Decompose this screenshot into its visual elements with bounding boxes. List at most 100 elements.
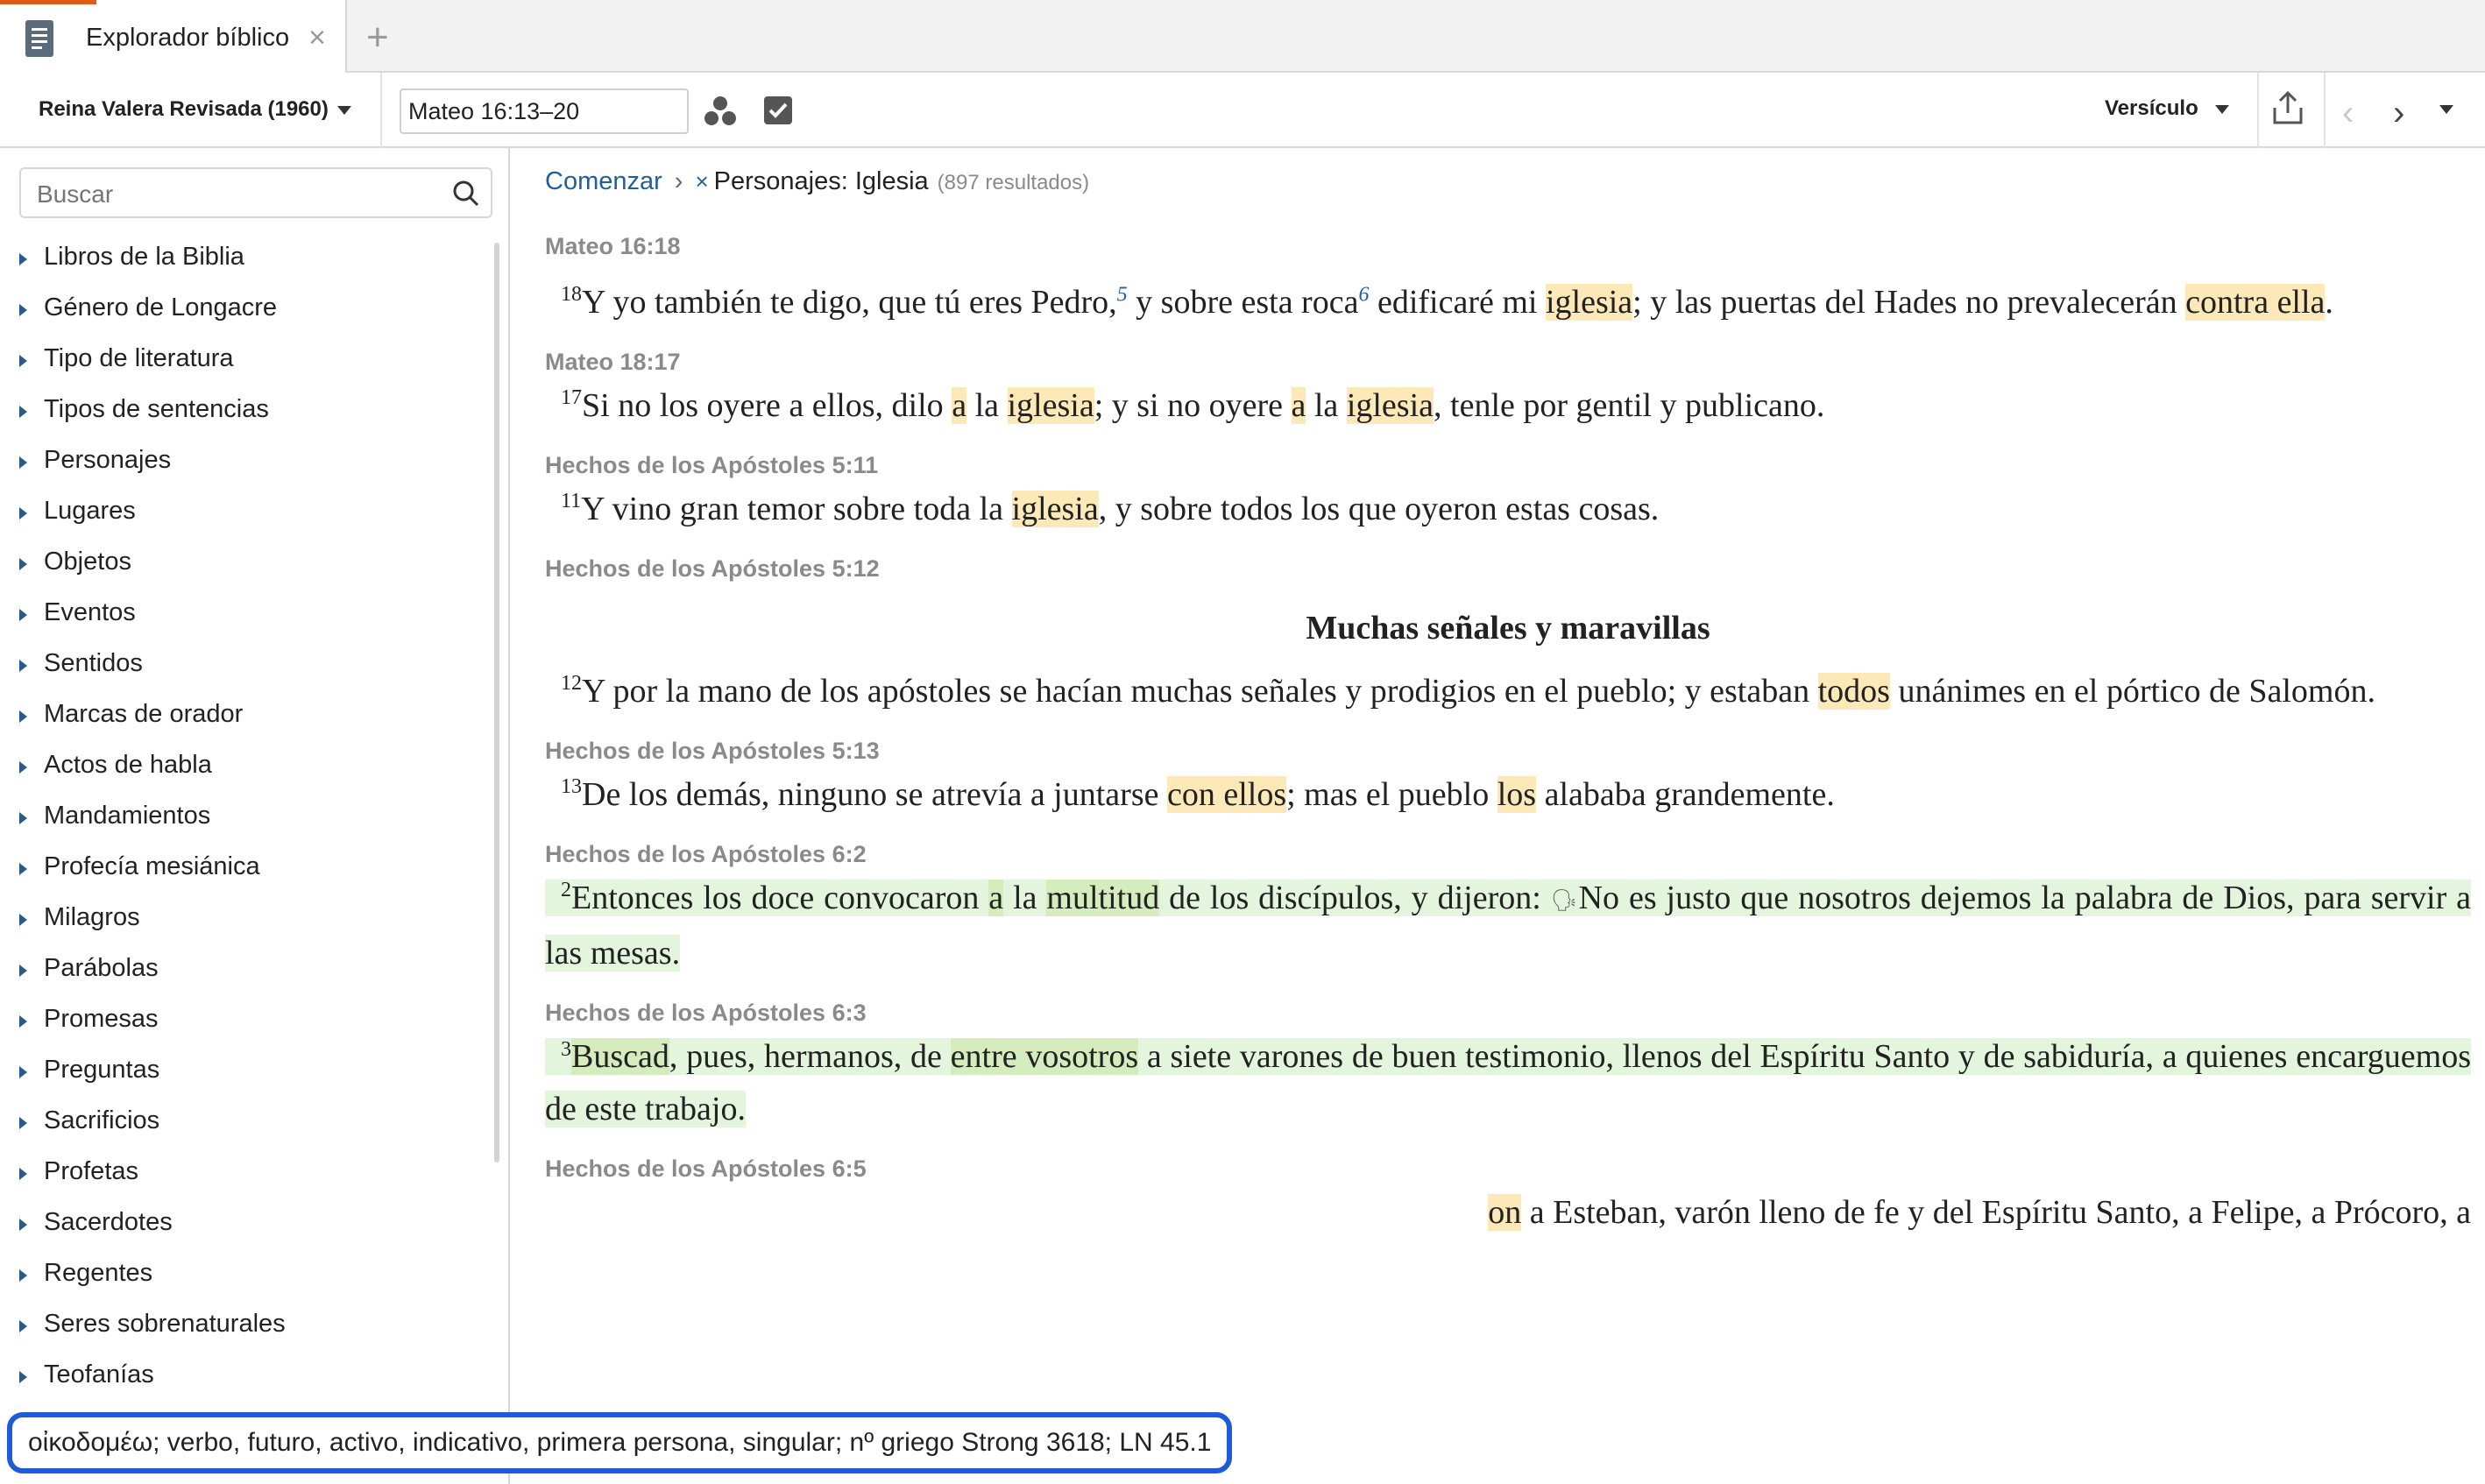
search-input[interactable] xyxy=(35,180,438,209)
verse-reference[interactable]: Mateo 16:18 xyxy=(545,229,2471,264)
verse-segment: Si no los oyere a ellos, dilo xyxy=(582,387,952,424)
facet-item[interactable]: Tipos de sentencias xyxy=(0,388,491,439)
highlighted-word[interactable]: entre vosotros xyxy=(950,1038,1139,1076)
expand-triangle-icon[interactable] xyxy=(19,1015,27,1028)
expand-triangle-icon[interactable] xyxy=(19,863,27,875)
expand-triangle-icon[interactable] xyxy=(19,304,27,316)
chevron-down-icon[interactable] xyxy=(2215,105,2229,114)
highlighted-word[interactable]: iglesia xyxy=(1007,387,1094,424)
checkbox-icon[interactable] xyxy=(763,95,793,125)
footnote-marker[interactable]: 5 xyxy=(1117,283,1128,306)
highlighted-word[interactable]: todos xyxy=(1817,673,1890,710)
verse-reference[interactable]: Mateo 18:17 xyxy=(545,344,2471,379)
facet-item[interactable]: Sacrificios xyxy=(0,1099,491,1150)
verse-reference[interactable]: Hechos de los Apóstoles 5:12 xyxy=(545,551,2471,586)
expand-triangle-icon[interactable] xyxy=(19,1371,27,1383)
facet-item[interactable]: Promesas xyxy=(0,998,491,1049)
expand-triangle-icon[interactable] xyxy=(19,710,27,723)
expand-triangle-icon[interactable] xyxy=(19,1168,27,1180)
facet-item[interactable]: Profetas xyxy=(0,1150,491,1201)
facet-item[interactable]: Marcas de orador xyxy=(0,693,491,744)
expand-triangle-icon[interactable] xyxy=(19,406,27,418)
highlighted-word[interactable]: Buscad xyxy=(571,1038,669,1076)
search-icon[interactable] xyxy=(452,180,480,208)
reference-input[interactable] xyxy=(400,88,689,134)
expand-triangle-icon[interactable] xyxy=(19,812,27,824)
expand-triangle-icon[interactable] xyxy=(19,761,27,774)
facet-item[interactable]: Seres sobrenaturales xyxy=(0,1303,491,1353)
expand-triangle-icon[interactable] xyxy=(19,456,27,469)
facet-item[interactable]: Eventos xyxy=(0,591,491,642)
facet-label: Lugares xyxy=(44,497,136,525)
tab-close-icon[interactable]: × xyxy=(308,21,326,55)
facet-item[interactable]: Milagros xyxy=(0,896,491,947)
highlighted-word[interactable]: on xyxy=(1488,1194,1522,1232)
facet-item[interactable]: Actos de habla xyxy=(0,744,491,795)
facet-item[interactable]: Profecía mesiánica xyxy=(0,845,491,896)
verse-reference[interactable]: Hechos de los Apóstoles 6:2 xyxy=(545,837,2471,872)
facet-item[interactable]: Mandamientos xyxy=(0,795,491,845)
facet-item[interactable]: Parábolas xyxy=(0,947,491,998)
cluster-icon[interactable] xyxy=(704,95,737,128)
highlighted-word[interactable]: contra ella xyxy=(2185,284,2326,321)
facet-item[interactable]: Sentidos xyxy=(0,642,491,693)
expand-triangle-icon[interactable] xyxy=(19,1320,27,1332)
expand-triangle-icon[interactable] xyxy=(19,965,27,977)
result-count: (897 resultados) xyxy=(937,171,1090,194)
highlighted-word[interactable]: iglesia xyxy=(1346,387,1434,424)
bible-version-selector[interactable]: Reina Valera Revisada (1960) xyxy=(39,97,329,122)
highlighted-word[interactable]: multitud xyxy=(1046,880,1160,916)
highlighted-word[interactable]: a xyxy=(988,880,1004,916)
facet-item[interactable]: Tipo de literatura xyxy=(0,337,491,388)
tab-bar: Explorador bíblico × + xyxy=(0,0,2485,74)
next-icon[interactable]: › xyxy=(2393,94,2404,133)
share-icon[interactable] xyxy=(2271,90,2304,125)
footnote-marker[interactable]: 6 xyxy=(1358,283,1369,306)
highlighted-word[interactable]: los xyxy=(1497,776,1537,813)
facet-item[interactable]: Preguntas xyxy=(0,1049,491,1099)
expand-triangle-icon[interactable] xyxy=(19,914,27,926)
verse-reference[interactable]: Hechos de los Apóstoles 6:3 xyxy=(545,995,2471,1030)
facet-item[interactable]: Sacerdotes xyxy=(0,1201,491,1252)
facet-item[interactable]: Objetos xyxy=(0,541,491,591)
expand-triangle-icon[interactable] xyxy=(19,355,27,367)
expand-triangle-icon[interactable] xyxy=(19,507,27,519)
sidebar-scrollbar[interactable] xyxy=(494,243,499,1162)
facet-item[interactable]: Teofanías xyxy=(0,1353,491,1404)
expand-triangle-icon[interactable] xyxy=(19,1066,27,1078)
expand-triangle-icon[interactable] xyxy=(19,253,27,265)
facet-label: Tipo de literatura xyxy=(44,344,234,372)
verse-segment: unánimes en el pórtico de Salomón. xyxy=(1889,673,2375,710)
highlighted-word[interactable]: con ellos xyxy=(1166,776,1287,813)
breadcrumb-start-link[interactable]: Comenzar xyxy=(545,167,662,195)
view-mode-selector[interactable]: Versículo xyxy=(2105,96,2198,121)
facet-label: Preguntas xyxy=(44,1056,160,1084)
expand-triangle-icon[interactable] xyxy=(19,660,27,672)
verse-segment: ; mas el pueblo xyxy=(1286,776,1497,813)
expand-triangle-icon[interactable] xyxy=(19,1219,27,1231)
facet-item[interactable]: Libros de la Biblia xyxy=(0,236,491,286)
previous-icon[interactable]: ‹ xyxy=(2342,94,2354,133)
verse-reference[interactable]: Hechos de los Apóstoles 6:5 xyxy=(545,1151,2471,1186)
tab-explorador-biblico[interactable]: Explorador bíblico × xyxy=(0,0,347,74)
expand-triangle-icon[interactable] xyxy=(19,1117,27,1129)
more-chevron-icon[interactable] xyxy=(2439,105,2453,114)
facet-item[interactable]: Lugares xyxy=(0,490,491,541)
facet-item[interactable]: Regentes xyxy=(0,1252,491,1303)
verse-segment: y sobre esta roca xyxy=(1127,284,1359,321)
facet-item[interactable]: Género de Longacre xyxy=(0,286,491,337)
add-tab-icon[interactable]: + xyxy=(366,16,389,60)
verse-reference[interactable]: Hechos de los Apóstoles 5:13 xyxy=(545,733,2471,768)
expand-triangle-icon[interactable] xyxy=(19,558,27,570)
highlighted-word[interactable]: a xyxy=(952,387,967,424)
expand-triangle-icon[interactable] xyxy=(19,1269,27,1282)
remove-filter-icon[interactable]: × xyxy=(695,168,708,194)
verse-reference[interactable]: Hechos de los Apóstoles 5:11 xyxy=(545,448,2471,483)
chevron-down-icon[interactable] xyxy=(337,106,351,115)
expand-triangle-icon[interactable] xyxy=(19,609,27,621)
search-box[interactable] xyxy=(19,167,492,218)
facet-item[interactable]: Personajes xyxy=(0,439,491,490)
highlighted-word[interactable]: a xyxy=(1291,387,1306,424)
highlighted-word[interactable]: iglesia xyxy=(1011,491,1099,527)
highlighted-word[interactable]: iglesia xyxy=(1545,284,1633,321)
